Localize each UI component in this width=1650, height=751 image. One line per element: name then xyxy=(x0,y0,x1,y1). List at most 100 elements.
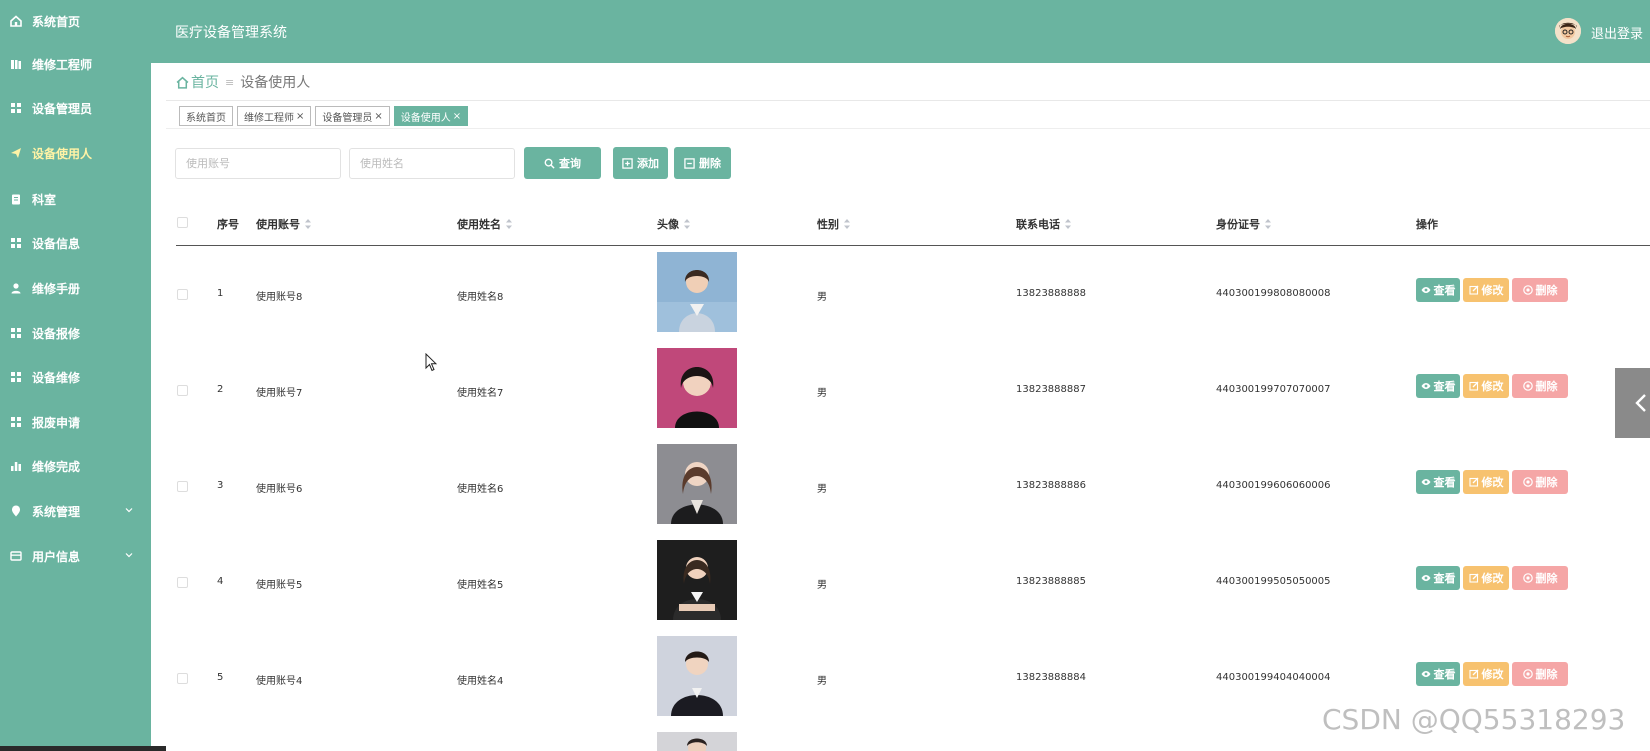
column-header-id-number[interactable]: 身份证号 xyxy=(1216,216,1271,232)
cell-id-number: 440300199404040004 xyxy=(1216,672,1331,683)
view-button[interactable]: 查看 xyxy=(1416,662,1460,686)
sort-icon[interactable] xyxy=(684,219,690,229)
app-title: 医疗设备管理系统 xyxy=(175,25,287,41)
sidebar-item-home[interactable]: 系统首页 xyxy=(0,6,151,36)
delete-button[interactable]: 删除 xyxy=(1512,470,1568,494)
clipboard-icon xyxy=(10,193,22,205)
query-button[interactable]: 查询 xyxy=(524,147,601,179)
column-header-name[interactable]: 使用姓名 xyxy=(457,216,512,232)
search-icon xyxy=(544,158,555,169)
sort-icon[interactable] xyxy=(1065,219,1071,229)
sort-icon[interactable] xyxy=(506,219,512,229)
edit-label: 修改 xyxy=(1481,476,1504,489)
row-checkbox[interactable] xyxy=(177,385,188,396)
close-icon[interactable]: × xyxy=(453,111,461,122)
sidebar-item-manual[interactable]: 维修手册 xyxy=(0,273,151,303)
edit-button[interactable]: 修改 xyxy=(1463,278,1509,302)
edit-button[interactable]: 修改 xyxy=(1463,374,1509,398)
book-icon xyxy=(10,58,22,70)
view-button[interactable]: 查看 xyxy=(1416,566,1460,590)
sidebar-item-managers[interactable]: 设备管理员 xyxy=(0,93,151,123)
header-label: 序号 xyxy=(217,218,239,231)
column-header-avatar[interactable]: 头像 xyxy=(657,216,690,232)
breadcrumb-home[interactable]: 首页 xyxy=(176,72,219,92)
row-checkbox[interactable] xyxy=(177,673,188,684)
tag-tabs: 系统首页 维修工程师 × 设备管理员 × 设备使用人 × xyxy=(179,106,469,126)
name-search-input[interactable] xyxy=(349,148,515,179)
tab-users[interactable]: 设备使用人 × xyxy=(393,106,469,126)
logout-button[interactable]: 退出登录 xyxy=(1591,23,1643,42)
delete-button[interactable]: 删除 xyxy=(1512,374,1568,398)
cell-account: 使用账号6 xyxy=(256,484,303,495)
sort-icon[interactable] xyxy=(1265,219,1271,229)
header-label: 使用账号 xyxy=(256,218,300,231)
column-header-index: 序号 xyxy=(217,216,239,232)
row-checkbox[interactable] xyxy=(177,289,188,300)
cell-phone: 13823888884 xyxy=(1016,672,1086,683)
avatar-photo xyxy=(657,252,737,332)
query-label: 查询 xyxy=(559,157,581,170)
delete-label: 删除 xyxy=(699,157,721,170)
sort-icon[interactable] xyxy=(305,219,311,229)
add-label: 添加 xyxy=(637,157,659,170)
sort-icon[interactable] xyxy=(844,219,850,229)
sidebar-item-device-info[interactable]: 设备信息 xyxy=(0,228,151,258)
header-label: 头像 xyxy=(657,218,679,231)
column-header-phone[interactable]: 联系电话 xyxy=(1016,216,1071,232)
sidebar-item-repair-report[interactable]: 设备报修 xyxy=(0,318,151,348)
edit-button[interactable]: 修改 xyxy=(1463,470,1509,494)
delete-button[interactable]: 删除 xyxy=(1512,662,1568,686)
sidebar-item-engineers[interactable]: 维修工程师 xyxy=(0,49,151,79)
close-circle-icon xyxy=(1522,477,1533,487)
tab-label: 系统首页 xyxy=(186,112,226,124)
eye-icon xyxy=(1421,479,1430,485)
row-checkbox[interactable] xyxy=(177,577,188,588)
sidebar-item-label: 维修手册 xyxy=(32,281,81,296)
breadcrumb: 首页 ≡ 设备使用人 xyxy=(176,72,310,92)
account-search-input[interactable] xyxy=(175,148,341,179)
add-button[interactable]: 添加 xyxy=(613,147,668,179)
edit-button[interactable]: 修改 xyxy=(1463,662,1509,686)
avatar[interactable] xyxy=(1555,18,1581,44)
home-icon xyxy=(176,76,189,89)
sidebar-item-user-info[interactable]: 用户信息 xyxy=(0,541,151,571)
row-checkbox[interactable] xyxy=(177,481,188,492)
close-icon[interactable]: × xyxy=(296,111,304,122)
view-button[interactable]: 查看 xyxy=(1416,470,1460,494)
view-label: 查看 xyxy=(1433,572,1456,585)
cell-name: 使用姓名7 xyxy=(457,388,504,399)
tab-home[interactable]: 系统首页 xyxy=(179,106,233,126)
sidebar-item-department[interactable]: 科室 xyxy=(0,184,151,214)
close-circle-icon xyxy=(1522,669,1533,679)
table-row: 3 使用账号6 使用姓名6 男 13823888886 440300199606… xyxy=(176,438,1650,534)
column-header-gender[interactable]: 性别 xyxy=(817,216,850,232)
batch-delete-button[interactable]: 删除 xyxy=(674,147,731,179)
cell-name: 使用姓名4 xyxy=(457,676,504,687)
cell-gender: 男 xyxy=(817,292,827,303)
collapse-handle[interactable] xyxy=(1615,368,1650,438)
delete-label: 删除 xyxy=(1535,668,1558,681)
view-button[interactable]: 查看 xyxy=(1416,278,1460,302)
sidebar-item-scrap[interactable]: 报废申请 xyxy=(0,407,151,437)
eye-icon xyxy=(1421,287,1430,293)
sidebar-item-repair-done[interactable]: 维修完成 xyxy=(0,451,151,481)
cell-name: 使用姓名6 xyxy=(457,484,504,495)
edit-button[interactable]: 修改 xyxy=(1463,566,1509,590)
sidebar-item-repair[interactable]: 设备维修 xyxy=(0,362,151,392)
sidebar-item-label: 设备报修 xyxy=(32,326,81,341)
sidebar-item-system[interactable]: 系统管理 xyxy=(0,496,151,526)
tab-engineers[interactable]: 维修工程师 × xyxy=(237,106,312,126)
delete-button[interactable]: 删除 xyxy=(1512,566,1568,590)
column-header-account[interactable]: 使用账号 xyxy=(256,216,311,232)
view-button[interactable]: 查看 xyxy=(1416,374,1460,398)
tab-managers[interactable]: 设备管理员 × xyxy=(315,106,390,126)
cell-phone: 13823888885 xyxy=(1016,576,1086,587)
avatar-photo xyxy=(657,348,737,428)
watermark: CSDN @QQ55318293 xyxy=(1322,703,1626,736)
sidebar-item-label: 设备信息 xyxy=(32,236,81,251)
delete-button[interactable]: 删除 xyxy=(1512,278,1568,302)
sidebar-item-users[interactable]: 设备使用人 xyxy=(0,138,151,168)
close-icon[interactable]: × xyxy=(374,111,382,122)
home-icon xyxy=(10,15,22,27)
bar-chart-icon xyxy=(10,460,22,472)
